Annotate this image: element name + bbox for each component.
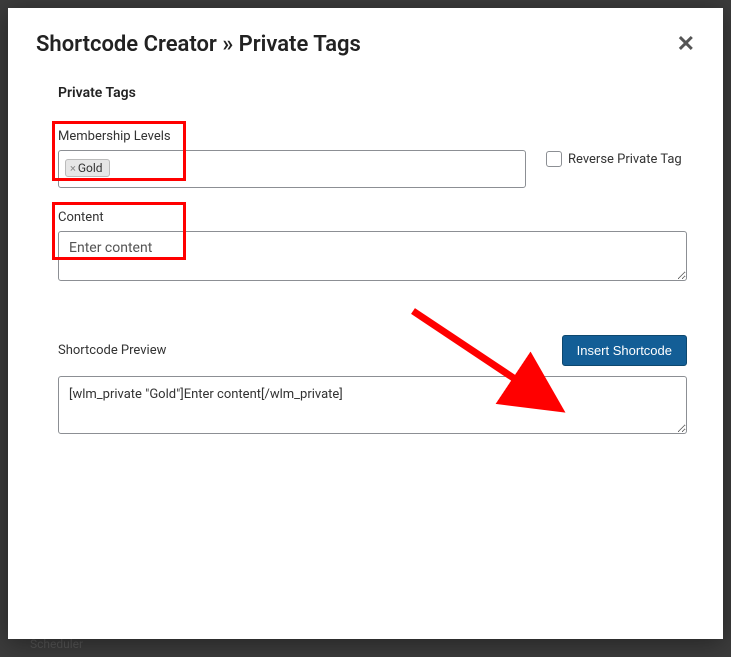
shortcode-creator-modal: Shortcode Creator » Private Tags ✕ Priva… — [8, 8, 723, 639]
modal-title: Shortcode Creator » Private Tags — [36, 32, 361, 57]
close-icon[interactable]: ✕ — [677, 34, 695, 56]
levels-row: Membership Levels ×Gold Reverse Private … — [58, 129, 687, 188]
reverse-private-tag-group: Reverse Private Tag — [546, 129, 682, 167]
tag-remove-icon[interactable]: × — [70, 162, 76, 175]
membership-levels-label: Membership Levels — [58, 129, 526, 144]
section-title: Private Tags — [58, 85, 695, 101]
membership-levels-input[interactable]: ×Gold — [58, 150, 526, 188]
reverse-private-tag-label: Reverse Private Tag — [568, 152, 682, 167]
shortcode-preview-label: Shortcode Preview — [58, 343, 166, 358]
form-body: Membership Levels ×Gold Reverse Private … — [58, 129, 687, 438]
insert-shortcode-button[interactable]: Insert Shortcode — [562, 335, 687, 366]
reverse-private-tag-checkbox[interactable] — [546, 151, 562, 167]
content-textarea[interactable] — [58, 231, 687, 281]
backdrop-scheduler-text: Scheduler — [30, 637, 83, 651]
level-tag[interactable]: ×Gold — [65, 159, 110, 177]
modal-header: Shortcode Creator » Private Tags ✕ — [36, 32, 695, 57]
membership-levels-group: Membership Levels ×Gold — [58, 129, 526, 188]
content-label: Content — [58, 210, 687, 225]
preview-header-row: Shortcode Preview Insert Shortcode — [58, 335, 687, 366]
level-tag-label: Gold — [78, 161, 103, 175]
content-group: Content — [58, 210, 687, 285]
shortcode-preview-textarea[interactable] — [58, 376, 687, 434]
